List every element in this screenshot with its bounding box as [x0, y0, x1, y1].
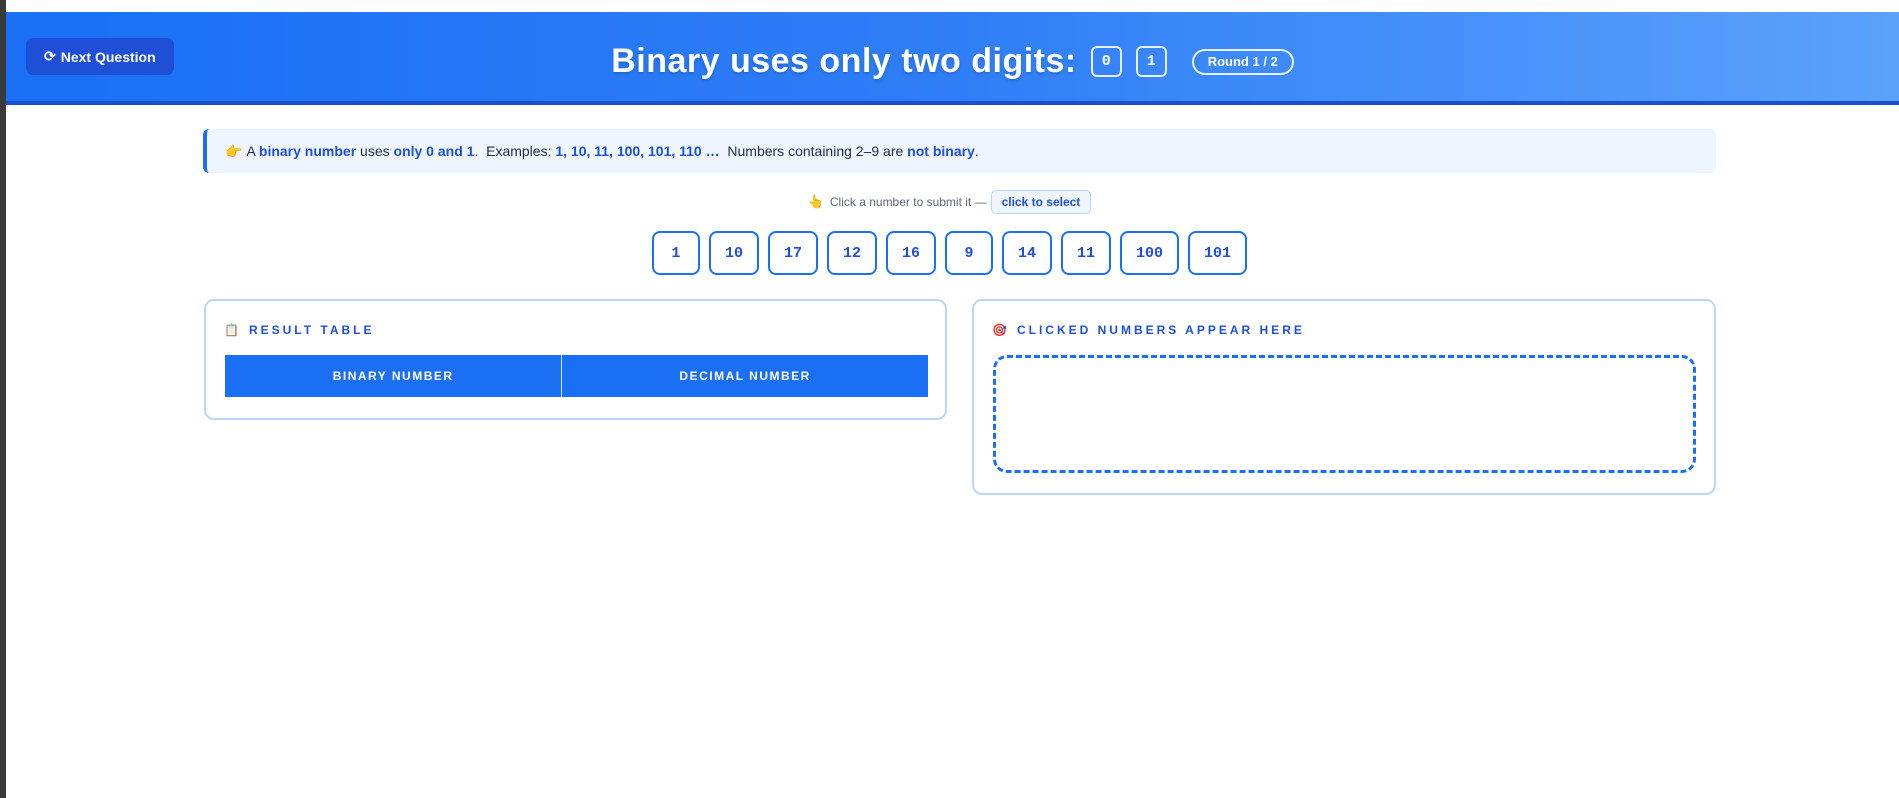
- clipboard-icon: 📋: [224, 323, 239, 337]
- number-option-9[interactable]: 9: [945, 231, 993, 275]
- info-bold-not-binary: not binary: [907, 143, 975, 159]
- info-banner: 👉 A binary number uses only 0 and 1 . Ex…: [203, 129, 1716, 173]
- round-badge: Round 1 / 2: [1191, 48, 1294, 75]
- target-icon: 🎯: [992, 323, 1007, 337]
- number-options: 1 10 17 12 16 9 14 11 100 101: [0, 231, 1899, 275]
- clicked-numbers-title: CLICKED NUMBERS APPEAR HERE: [1016, 323, 1305, 337]
- column-header-binary: BINARY NUMBER: [225, 355, 562, 397]
- number-option-1[interactable]: 1: [651, 231, 700, 275]
- title-row: Binary uses only two digits: 0 1 Round 1…: [6, 42, 1899, 81]
- info-text-5: .: [974, 143, 979, 159]
- number-option-12[interactable]: 12: [826, 231, 877, 275]
- column-header-decimal: DECIMAL NUMBER: [561, 355, 928, 397]
- number-option-14[interactable]: 14: [1002, 231, 1053, 275]
- info-text-3: . Examples:: [474, 143, 556, 159]
- number-option-101[interactable]: 101: [1188, 231, 1248, 275]
- result-table-panel: 📋 RESULT TABLE BINARY NUMBER DECIMAL NUM…: [204, 299, 947, 420]
- clicked-numbers-dropzone[interactable]: [993, 355, 1696, 473]
- window-left-edge: [0, 0, 6, 798]
- page-title: Binary uses only two digits:: [611, 42, 1077, 80]
- digit-chip-0: 0: [1090, 46, 1122, 77]
- info-text-4: Numbers containing 2–9 are: [719, 143, 908, 159]
- hint-text: Click a number to submit it —: [829, 195, 987, 209]
- header-bar: ⟳ Next Question Binary uses only two dig…: [6, 12, 1899, 105]
- number-option-11[interactable]: 11: [1061, 231, 1112, 275]
- pointing-up-icon: 👆: [807, 194, 824, 209]
- clicked-numbers-panel: 🎯 CLICKED NUMBERS APPEAR HERE: [972, 299, 1716, 495]
- result-table-heading: 📋 RESULT TABLE: [224, 323, 375, 337]
- number-option-17[interactable]: 17: [767, 231, 818, 275]
- hint-row: 👆 Click a number to submit it — click to…: [0, 190, 1899, 214]
- info-text-2: uses: [356, 143, 394, 159]
- click-to-select-chip: click to select: [990, 190, 1092, 214]
- number-option-16[interactable]: 16: [885, 231, 936, 275]
- digit-chip-1: 1: [1135, 46, 1167, 77]
- info-text-1: A: [246, 143, 259, 159]
- result-table-title: RESULT TABLE: [248, 323, 375, 337]
- info-bold-only-digits: only 0 and 1: [393, 143, 475, 159]
- result-table: BINARY NUMBER DECIMAL NUMBER: [225, 355, 928, 397]
- info-bold-binary-number: binary number: [258, 143, 357, 159]
- info-bold-examples: 1, 10, 11, 100, 101, 110 …: [555, 143, 720, 159]
- pointing-hand-icon: 👉: [225, 142, 243, 159]
- clicked-numbers-heading: 🎯 CLICKED NUMBERS APPEAR HERE: [992, 323, 1305, 337]
- number-option-100[interactable]: 100: [1120, 231, 1180, 275]
- number-option-10[interactable]: 10: [708, 231, 759, 275]
